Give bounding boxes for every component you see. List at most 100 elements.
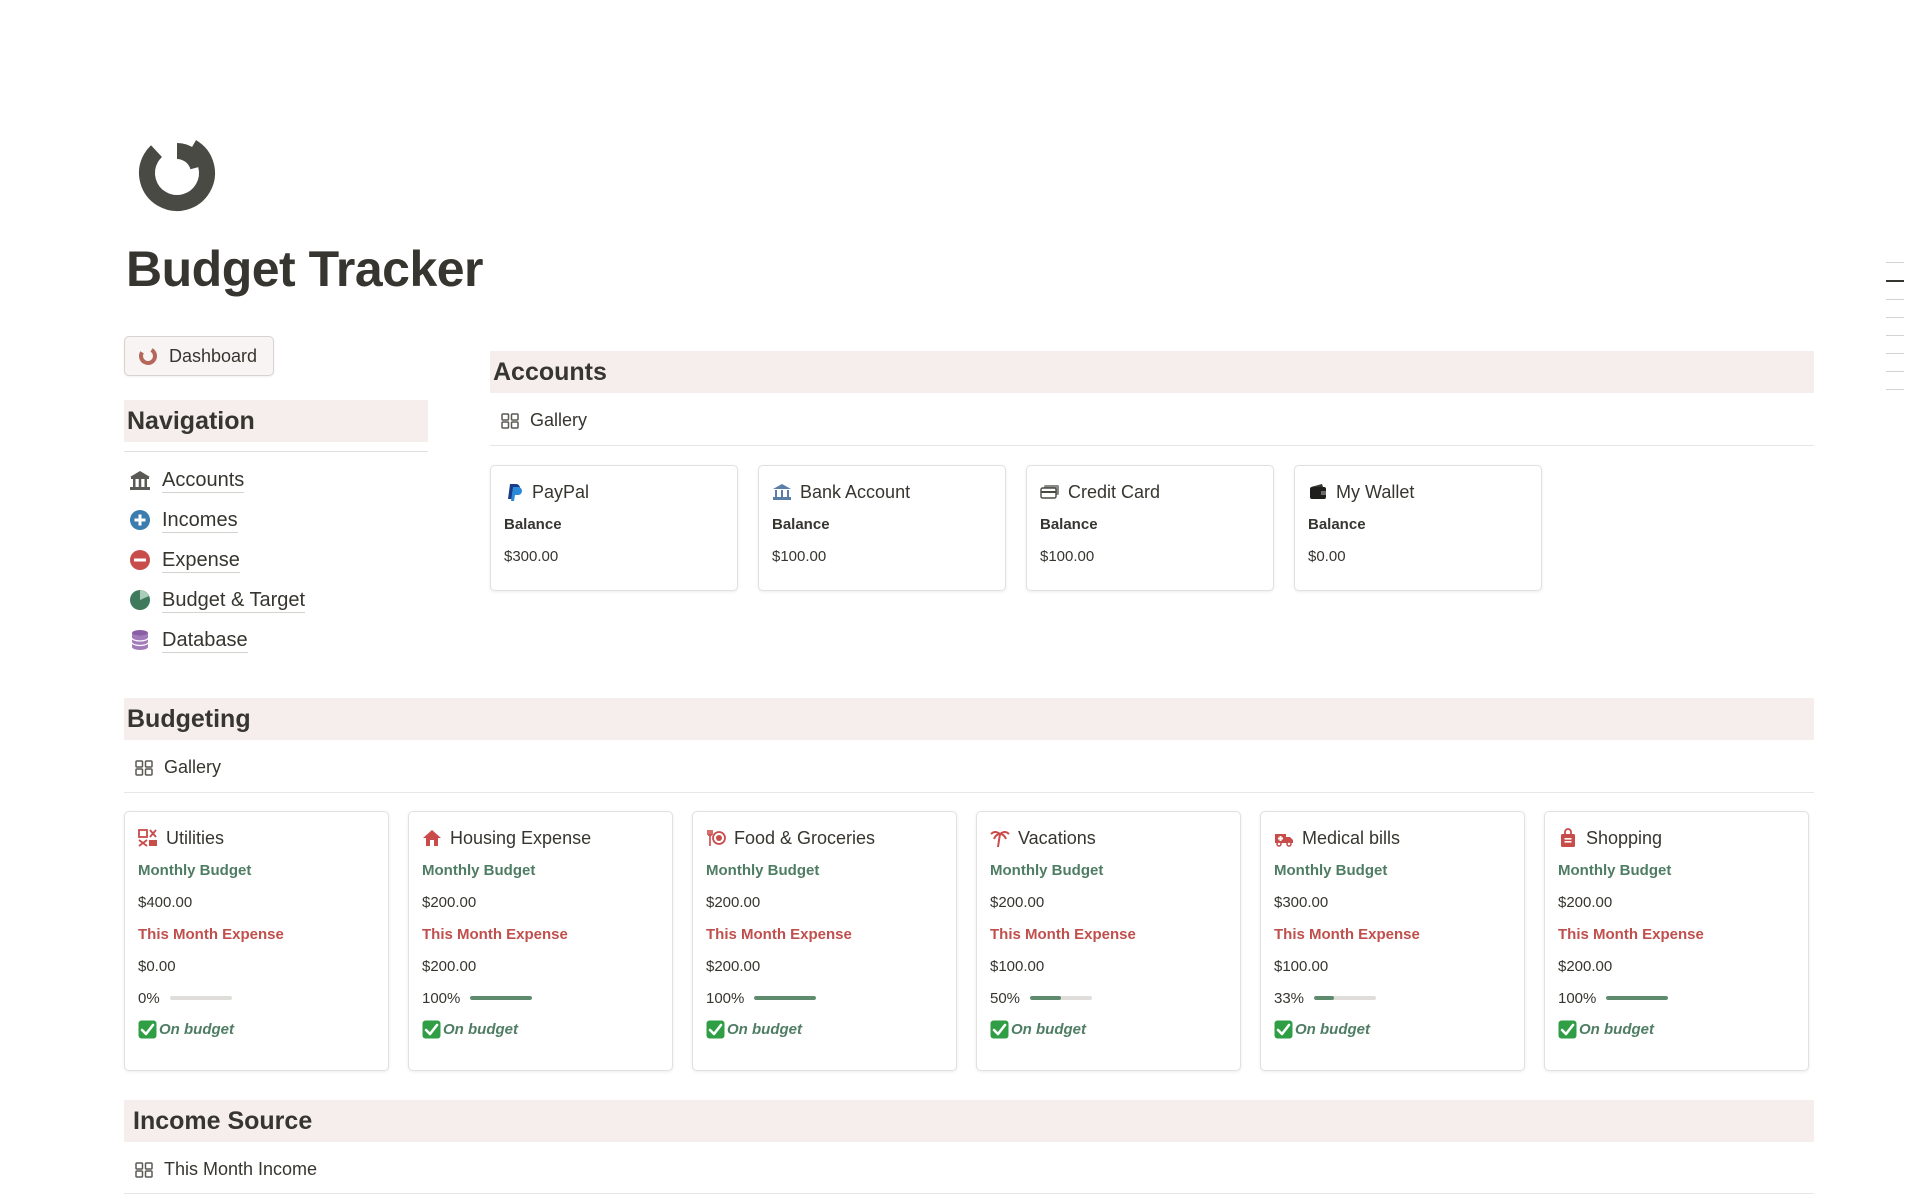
budget-progress: 100% [706, 989, 943, 1007]
account-card-credit-card[interactable]: Credit Card Balance $100.00 [1026, 465, 1274, 591]
divider [124, 1193, 1814, 1194]
outline-tick[interactable] [1886, 371, 1904, 372]
progress-bar [1314, 996, 1377, 1000]
month-expense-label: This Month Expense [706, 926, 852, 943]
outline-tick[interactable] [1886, 299, 1904, 300]
budget-name: Housing Expense [450, 827, 592, 848]
ambulance-icon [1275, 834, 1293, 847]
account-name: Credit Card [1068, 481, 1161, 502]
check-icon [990, 1020, 1009, 1039]
balance-value: $300.00 [504, 548, 559, 565]
monthly-budget-label: Monthly Budget [138, 862, 252, 879]
balance-value: $100.00 [1040, 548, 1095, 565]
progress-percent: 33% [1274, 989, 1305, 1007]
progress-fill [754, 996, 817, 1000]
gallery-icon [501, 412, 519, 429]
progress-bar [754, 996, 817, 1000]
monthly-budget-label: Monthly Budget [1558, 862, 1672, 879]
progress-percent: 100% [422, 989, 461, 1007]
account-card-bank-account[interactable]: Bank Account Balance $100.00 [758, 465, 1006, 591]
paypal-icon [508, 484, 522, 501]
progress-percent: 50% [990, 989, 1021, 1007]
month-expense-value: $100.00 [1274, 958, 1329, 975]
budget-card-food-groceries[interactable]: Food & Groceries Monthly Budget $200.00 … [692, 811, 957, 1071]
pie-chart-icon [139, 347, 157, 365]
budget-name: Shopping [1586, 827, 1663, 848]
check-icon [138, 1020, 157, 1039]
nav-item-budget-target[interactable]: Budget & Target [128, 580, 306, 620]
progress-percent: 100% [1558, 989, 1597, 1007]
palm-tree-icon [990, 831, 1010, 848]
accounts-gallery-tab[interactable]: Gallery [500, 410, 587, 431]
page-title: Budget Tracker [126, 241, 484, 297]
outline-tick[interactable] [1886, 335, 1904, 336]
outline-tick[interactable] [1886, 353, 1904, 354]
monthly-budget-value: $200.00 [706, 894, 761, 911]
status-text: On budget [1579, 1021, 1654, 1038]
check-icon [1558, 1020, 1577, 1039]
budget-progress: 33% [1274, 989, 1511, 1007]
bank-icon [773, 484, 791, 500]
progress-bar [169, 996, 232, 1000]
nav-item-label: Accounts [162, 468, 245, 493]
status-text: On budget [727, 1021, 802, 1038]
budget-card-medical-bills[interactable]: Medical bills Monthly Budget $300.00 Thi… [1260, 811, 1525, 1071]
budgeting-gallery-tab[interactable]: Gallery [134, 757, 221, 778]
budgeting-header: Budgeting [124, 698, 1814, 740]
month-expense-value: $200.00 [1558, 958, 1613, 975]
outline-tick[interactable] [1886, 317, 1904, 318]
budget-status: On budget [706, 1020, 943, 1039]
outline-tick[interactable] [1886, 262, 1904, 263]
nav-item-expense[interactable]: Expense [128, 540, 305, 580]
budget-card-utilities[interactable]: Utilities Monthly Budget $400.00 This Mo… [124, 811, 389, 1071]
nav-item-label: Incomes [162, 508, 238, 533]
progress-fill [1030, 996, 1062, 1000]
monthly-budget-label: Monthly Budget [706, 862, 820, 879]
bank-icon [130, 471, 150, 490]
shopping-bag-icon [1561, 828, 1575, 847]
tab-label: Gallery [164, 757, 222, 777]
income-source-header: Income Source [124, 1100, 1814, 1142]
account-name: Bank Account [800, 481, 911, 502]
progress-bar [1606, 996, 1669, 1000]
dashboard-button[interactable]: Dashboard [124, 336, 275, 376]
utilities-icon [138, 829, 157, 847]
tab-label: This Month Income [164, 1159, 318, 1179]
this-month-income-tab[interactable]: This Month Income [134, 1159, 317, 1180]
check-icon [1274, 1020, 1293, 1039]
month-expense-label: This Month Expense [1558, 926, 1704, 943]
monthly-budget-value: $400.00 [138, 894, 193, 911]
nav-item-incomes[interactable]: Incomes [128, 500, 305, 540]
account-card-paypal[interactable]: PayPal Balance $300.00 [490, 465, 738, 591]
page-outline[interactable] [1886, 262, 1904, 407]
monthly-budget-value: $200.00 [1558, 894, 1613, 911]
month-expense-label: This Month Expense [1274, 926, 1420, 943]
nav-item-database[interactable]: Database [128, 620, 305, 660]
divider [124, 792, 1814, 793]
navigation-header: Navigation [124, 400, 428, 442]
account-card-my-wallet[interactable]: My Wallet Balance $0.00 [1294, 465, 1542, 591]
outline-tick-active[interactable] [1886, 280, 1904, 282]
navigation-list: Accounts Incomes Expense Budget & Target… [128, 460, 306, 660]
balance-label: Balance [1040, 516, 1098, 533]
fork-plate-icon [707, 830, 726, 846]
outline-tick[interactable] [1886, 389, 1904, 390]
status-text: On budget [1295, 1021, 1370, 1038]
month-expense-label: This Month Expense [422, 926, 568, 943]
monthly-budget-label: Monthly Budget [990, 862, 1104, 879]
budget-card-housing-expense[interactable]: Housing Expense Monthly Budget $200.00 T… [408, 811, 673, 1071]
nav-item-accounts[interactable]: Accounts [128, 460, 305, 500]
budget-card-shopping[interactable]: Shopping Monthly Budget $200.00 This Mon… [1544, 811, 1809, 1071]
month-expense-value: $100.00 [990, 958, 1045, 975]
budget-card-vacations[interactable]: Vacations Monthly Budget $200.00 This Mo… [976, 811, 1241, 1071]
month-expense-value: $200.00 [706, 958, 761, 975]
pie-chart-icon [139, 135, 215, 211]
nav-item-label: Expense [162, 548, 240, 573]
status-text: On budget [159, 1021, 234, 1038]
month-expense-value: $200.00 [422, 958, 477, 975]
dashboard-button-label: Dashboard [169, 345, 258, 366]
progress-fill [1314, 996, 1335, 1000]
balance-value: $0.00 [1308, 548, 1346, 565]
budget-progress: 100% [1558, 989, 1795, 1007]
plus-circle-icon [130, 510, 150, 530]
